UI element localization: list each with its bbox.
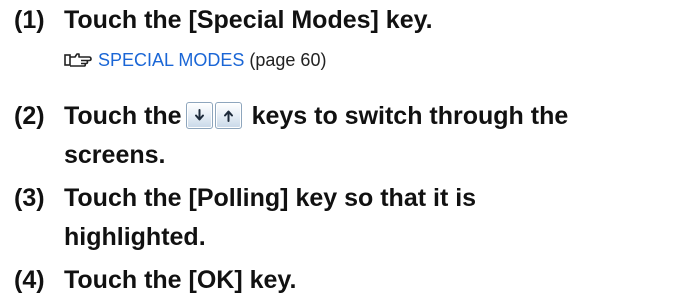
step-text: Touch the [Polling] key so that it is xyxy=(64,184,477,212)
reference-hand-icon xyxy=(64,50,92,76)
step-1: (1) Touch the [Special Modes] key. xyxy=(14,2,433,38)
step-number: (3) xyxy=(14,184,45,212)
step-number: (1) xyxy=(14,6,45,34)
step-2: (2) Touch the keys to switch through the xyxy=(14,98,568,134)
scroll-up-key[interactable] xyxy=(214,102,242,129)
step-number: (4) xyxy=(14,266,45,294)
arrow-down-icon xyxy=(194,109,204,121)
step-3-continuation: highlighted. xyxy=(64,223,206,251)
arrow-up-icon xyxy=(223,110,233,122)
page-reference: (page 60) xyxy=(249,50,327,70)
step-text-before: Touch the xyxy=(64,102,182,130)
step-3: (3) Touch the [Polling] key so that it is xyxy=(14,180,476,216)
reference-line: SPECIAL MODES (page 60) xyxy=(64,47,326,76)
special-modes-link[interactable]: SPECIAL MODES xyxy=(98,50,244,70)
scroll-down-key[interactable] xyxy=(185,102,213,129)
step-text: Touch the [OK] key. xyxy=(64,266,297,294)
step-number: (2) xyxy=(14,102,45,130)
step-4: (4) Touch the [OK] key. xyxy=(14,262,296,298)
step-2-continuation: screens. xyxy=(64,141,166,169)
step-text-after: keys to switch through the xyxy=(251,102,569,130)
step-text: Touch the [Special Modes] key. xyxy=(64,6,433,34)
scroll-keys xyxy=(185,98,244,134)
